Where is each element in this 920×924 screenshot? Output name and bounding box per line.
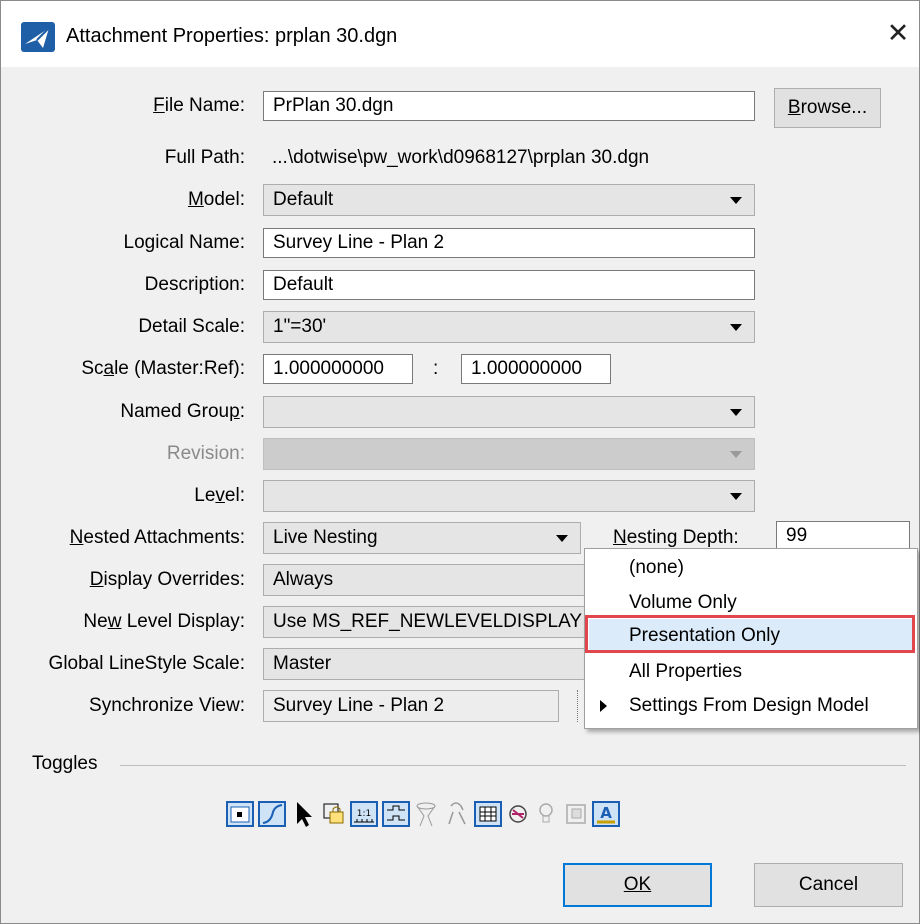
scale-label: Scale (Master:Ref): bbox=[81, 358, 245, 379]
scale-ref-input[interactable]: 1.000000000 bbox=[461, 354, 611, 384]
detail-scale-label: Detail Scale: bbox=[138, 316, 245, 337]
new-level-display-combo[interactable]: Use MS_REF_NEWLEVELDISPLAY bbox=[263, 606, 593, 638]
display-toggle-icon[interactable] bbox=[225, 798, 255, 830]
display-overrides-combo[interactable]: Always bbox=[263, 564, 593, 596]
clip-back-icon[interactable] bbox=[441, 798, 471, 830]
synchronize-view-value: Survey Line - Plan 2 bbox=[273, 695, 445, 716]
named-group-combo[interactable] bbox=[263, 396, 755, 428]
global-linestyle-scale-value: Master bbox=[273, 653, 332, 674]
submenu-arrow-icon bbox=[600, 700, 607, 712]
new-level-display-label: New Level Display: bbox=[83, 611, 245, 632]
window-title: Attachment Properties: prplan 30.dgn bbox=[66, 25, 398, 47]
scale-master-input[interactable]: 1.000000000 bbox=[263, 354, 413, 384]
logical-name-input[interactable]: Survey Line - Plan 2 bbox=[263, 228, 755, 258]
global-linestyle-scale-label: Global LineStyle Scale: bbox=[48, 653, 245, 674]
true-scale-icon[interactable]: 1:1 bbox=[349, 798, 379, 830]
revision-combo bbox=[263, 438, 755, 470]
menu-item-none[interactable]: (none) bbox=[629, 553, 684, 583]
nested-attachments-combo[interactable]: Live Nesting bbox=[263, 522, 581, 554]
georeferenced-icon[interactable] bbox=[561, 798, 591, 830]
named-group-label: Named Group: bbox=[120, 401, 245, 422]
chevron-down-icon bbox=[730, 493, 742, 500]
toggles-group-label: Toggles bbox=[32, 753, 98, 774]
scale-separator: : bbox=[433, 358, 439, 379]
cancel-button[interactable]: Cancel bbox=[754, 863, 903, 907]
model-value: Default bbox=[273, 189, 334, 210]
synchronize-view-label: Synchronize View: bbox=[89, 695, 245, 716]
chevron-down-icon bbox=[730, 451, 742, 458]
chevron-down-icon bbox=[730, 197, 742, 204]
svg-text:A: A bbox=[600, 804, 612, 822]
nested-attachments-value: Live Nesting bbox=[273, 527, 378, 548]
browse-button[interactable]: Browse... bbox=[774, 88, 881, 128]
level-label: Level: bbox=[194, 485, 245, 506]
hide-icon[interactable] bbox=[503, 798, 533, 830]
model-label: Model: bbox=[187, 189, 245, 210]
display-overrides-label: Display Overrides: bbox=[89, 569, 245, 590]
ok-button[interactable]: OK bbox=[563, 863, 712, 907]
nested-attachments-label: Nested Attachments: bbox=[69, 527, 245, 548]
display-overrides-value: Always bbox=[273, 569, 334, 590]
synchronize-view-field[interactable]: Survey Line - Plan 2 bbox=[263, 690, 559, 722]
chevron-down-icon bbox=[730, 324, 742, 331]
treat-as-element-icon[interactable] bbox=[473, 798, 503, 830]
menu-item-all-properties[interactable]: All Properties bbox=[629, 657, 742, 687]
menu-item-settings-from-design-model[interactable]: Settings From Design Model bbox=[629, 691, 869, 721]
file-name-label: File Name: bbox=[153, 95, 245, 116]
ok-button-label: OK bbox=[623, 874, 652, 895]
attachment-properties-dialog: Attachment Properties: prplan 30.dgn ✕ F… bbox=[0, 0, 920, 924]
scale-line-styles-icon[interactable] bbox=[381, 798, 411, 830]
microstation-app-icon bbox=[21, 22, 55, 52]
use-lights-icon[interactable] bbox=[411, 798, 441, 830]
title-bar: Attachment Properties: prplan 30.dgn ✕ bbox=[1, 1, 919, 67]
chevron-down-icon bbox=[556, 535, 568, 542]
full-path-label: Full Path: bbox=[164, 147, 245, 168]
close-icon[interactable]: ✕ bbox=[883, 19, 913, 49]
new-level-display-value: Use MS_REF_NEWLEVELDISPLAY bbox=[273, 611, 583, 632]
description-input[interactable]: Default bbox=[263, 270, 755, 300]
use-light-bulb-icon[interactable] bbox=[531, 798, 561, 830]
annotation-scale-icon[interactable]: A bbox=[591, 798, 621, 830]
description-label: Description: bbox=[144, 274, 245, 295]
nesting-depth-input[interactable]: 99 bbox=[776, 521, 910, 551]
global-linestyle-scale-combo[interactable]: Master bbox=[263, 648, 593, 680]
ignore-attachment-when-live-nesting-icon[interactable] bbox=[319, 798, 349, 830]
toggles-divider bbox=[120, 765, 906, 766]
full-path-value: ...\dotwise\pw_work\d0968127\prplan 30.d… bbox=[272, 147, 650, 168]
locate-toggle-icon[interactable] bbox=[289, 798, 319, 830]
toggles-toolbar: 1:1 A bbox=[225, 798, 705, 834]
highlight-annotation-box bbox=[585, 615, 915, 653]
detail-scale-value: 1"=30' bbox=[273, 316, 327, 337]
menu-item-volume-only[interactable]: Volume Only bbox=[629, 588, 737, 618]
file-name-input[interactable]: PrPlan 30.dgn bbox=[263, 91, 755, 121]
model-combo[interactable]: Default bbox=[263, 184, 755, 216]
level-combo[interactable] bbox=[263, 480, 755, 512]
logical-name-label: Logical Name: bbox=[123, 232, 245, 253]
snap-toggle-icon[interactable] bbox=[257, 798, 287, 830]
revision-label: Revision: bbox=[166, 443, 245, 464]
detail-scale-combo[interactable]: 1"=30' bbox=[263, 311, 755, 343]
chevron-down-icon bbox=[730, 409, 742, 416]
svg-text:1:1: 1:1 bbox=[357, 809, 371, 819]
